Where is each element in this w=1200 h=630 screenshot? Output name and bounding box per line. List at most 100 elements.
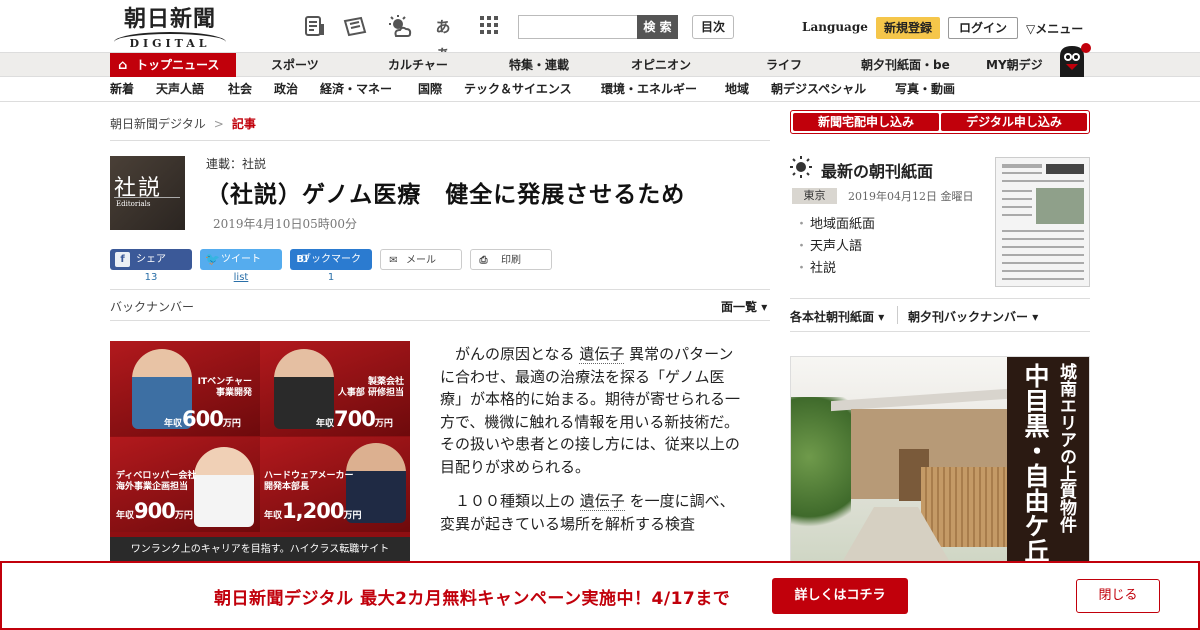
- twitter-icon: 🐦: [205, 252, 220, 266]
- breadcrumb-separator: >: [213, 117, 224, 131]
- digital-signup-button[interactable]: デジタル申し込み: [941, 113, 1087, 131]
- home-delivery-button[interactable]: 新聞宅配申し込み: [793, 113, 939, 131]
- nav-opinion[interactable]: オピニオン: [631, 53, 691, 78]
- newspaper-icon[interactable]: [342, 14, 368, 40]
- real-estate-ad[interactable]: 城南エリアの上質物件 中目黒・自由ケ丘: [790, 356, 1090, 563]
- ad-role-line: 海外事業企画担当: [116, 482, 189, 492]
- ad-role: ディベロッパー会社 海外事業企画担当: [116, 471, 196, 493]
- nav-culture[interactable]: カルチャー: [388, 53, 448, 78]
- backnumber-label[interactable]: バックナンバー: [110, 298, 194, 315]
- mail-button[interactable]: ✉ メール: [380, 249, 462, 270]
- ad-cell: ITベンチャー 事業開発 年収600万円: [110, 341, 260, 436]
- ad-role: 製薬会社 人事部 研修担当: [338, 377, 404, 399]
- breadcrumb-home[interactable]: 朝日新聞デジタル: [110, 117, 206, 131]
- twitter-share-label: ツイート: [221, 254, 261, 265]
- thumbnail-line: [1002, 238, 1084, 240]
- nav2-region[interactable]: 地域: [725, 77, 749, 102]
- divider: [897, 306, 898, 324]
- hatena-bookmark-button[interactable]: B! ブックマーク: [290, 249, 372, 270]
- series-label[interactable]: 連載：社説: [206, 155, 266, 172]
- ad-salary-unit: 万円: [343, 511, 362, 521]
- ad-role: ハードウェアメーカー 開発本部長: [264, 471, 354, 493]
- keyword-link[interactable]: 遺伝子: [579, 345, 625, 364]
- nav-top-news[interactable]: ⌂ トップニュース: [110, 53, 236, 78]
- page-list-dropdown[interactable]: 面一覧 ▾: [721, 298, 767, 315]
- newspaper-thumbnail[interactable]: [995, 157, 1090, 287]
- paper-backnumber-dropdown[interactable]: 朝夕刊バックナンバー ▾: [908, 308, 1038, 325]
- thumbnail-line: [1002, 262, 1084, 264]
- nav2-tech[interactable]: テック＆サイエンス: [464, 77, 572, 102]
- search-button[interactable]: 検 索: [637, 15, 678, 39]
- ad-salary-prefix: 年収: [164, 419, 183, 429]
- nav2-new[interactable]: 新着: [110, 77, 134, 102]
- ad-salary-unit: 万円: [374, 419, 393, 429]
- nav-my-asadigi[interactable]: MY朝デジ: [986, 53, 1043, 78]
- ad-role-line: ITベンチャー: [197, 377, 252, 387]
- region-badge: 東京: [792, 188, 837, 204]
- nav2-society[interactable]: 社会: [228, 77, 252, 102]
- divider: [110, 320, 770, 321]
- twitter-share-button[interactable]: 🐦 ツイート: [200, 249, 282, 270]
- nav-paper[interactable]: 朝夕刊紙面・be: [861, 53, 950, 78]
- campaign-details-button[interactable]: 詳しくはコチラ: [772, 578, 908, 614]
- menu-label: メニュー: [1035, 22, 1084, 36]
- thumbnail-line: [1002, 206, 1032, 208]
- font-size-icon[interactable]: あぁ: [430, 14, 456, 62]
- printer-icon: ⎙: [479, 255, 488, 266]
- ad-salary: 年収700万円: [316, 407, 393, 431]
- branch-paper-dropdown[interactable]: 各本社朝刊紙面 ▾: [790, 308, 884, 325]
- nav2-photo[interactable]: 写真・動画: [895, 77, 955, 102]
- sun-icon: [790, 156, 812, 178]
- nav-sports[interactable]: スポーツ: [271, 53, 319, 78]
- print-button[interactable]: ⎙ 印刷: [470, 249, 552, 270]
- nav2-environment[interactable]: 環境・エネルギー: [601, 77, 697, 102]
- secondary-nav: 新着 天声人語 社会 政治 経済・マネー 国際 テック＆サイエンス 環境・エネル…: [0, 77, 1200, 102]
- menu-button[interactable]: ▽メニュー: [1026, 20, 1083, 37]
- language-link[interactable]: Language: [802, 20, 868, 34]
- ad-salary: 年収1,200万円: [264, 499, 361, 523]
- nav2-tensei[interactable]: 天声人語: [156, 77, 204, 102]
- branch-paper-label: 各本社朝刊紙面: [790, 310, 875, 324]
- paragraph-text: １００種類以上の: [455, 492, 576, 510]
- ad-salary-prefix: 年収: [264, 511, 283, 521]
- nav-top-news-label: トップニュース: [136, 58, 220, 72]
- nav2-economy[interactable]: 経済・マネー: [320, 77, 392, 102]
- facebook-share-button[interactable]: f シェア: [110, 249, 192, 270]
- hatena-bookmark-label: ブックマーク: [301, 254, 361, 265]
- keyword-link[interactable]: 遺伝子: [579, 492, 625, 511]
- ad-salary-unit: 万円: [174, 511, 193, 521]
- paper-link[interactable]: 天声人語: [795, 235, 862, 254]
- grid-apps-icon[interactable]: [476, 14, 502, 40]
- toc-button[interactable]: 目次: [692, 15, 734, 39]
- career-ad[interactable]: ITベンチャー 事業開発 年収600万円 製薬会社 人事部 研修担当 年収700万円…: [110, 341, 410, 563]
- twitter-list-link[interactable]: list: [200, 272, 282, 283]
- thumbnail-line: [1002, 164, 1042, 168]
- hatena-bookmark-count: 1: [327, 272, 335, 283]
- ad-tree: [791, 397, 851, 547]
- register-button[interactable]: 新規登録: [876, 17, 940, 39]
- paper-link[interactable]: 地域面紙面: [795, 213, 875, 232]
- banner-close-button[interactable]: 閉じる: [1076, 579, 1160, 613]
- nav-life[interactable]: ライフ: [766, 53, 802, 78]
- newspaper-list-icon[interactable]: [302, 14, 328, 40]
- nav2-politics[interactable]: 政治: [274, 77, 298, 102]
- nav2-special[interactable]: 朝デジスペシャル: [771, 77, 866, 102]
- search-input[interactable]: [518, 15, 638, 39]
- thumbnail-line: [1002, 254, 1084, 256]
- editorial-thumbnail[interactable]: 社説 Editorials: [110, 156, 185, 230]
- nav2-international[interactable]: 国際: [418, 77, 442, 102]
- nav-features[interactable]: 特集・連載: [509, 53, 569, 78]
- caret-down-icon: ▾: [761, 300, 768, 314]
- latest-paper-title[interactable]: 最新の朝刊紙面: [821, 158, 933, 182]
- ad-house-photo: [791, 357, 1007, 562]
- caret-down-icon: ▾: [878, 310, 885, 324]
- weather-icon[interactable]: [386, 14, 412, 40]
- divider: [790, 298, 1090, 299]
- site-logo[interactable]: 朝日新聞 DIGITAL: [112, 7, 228, 50]
- login-button[interactable]: ログイン: [948, 17, 1018, 39]
- article-date: 2019年4月10日05時00分: [213, 217, 357, 231]
- print-label: 印刷: [501, 255, 521, 266]
- logo-digital: DIGITAL: [129, 37, 211, 50]
- paper-link[interactable]: 社説: [795, 257, 836, 276]
- thumbnail-masthead: [1046, 164, 1084, 174]
